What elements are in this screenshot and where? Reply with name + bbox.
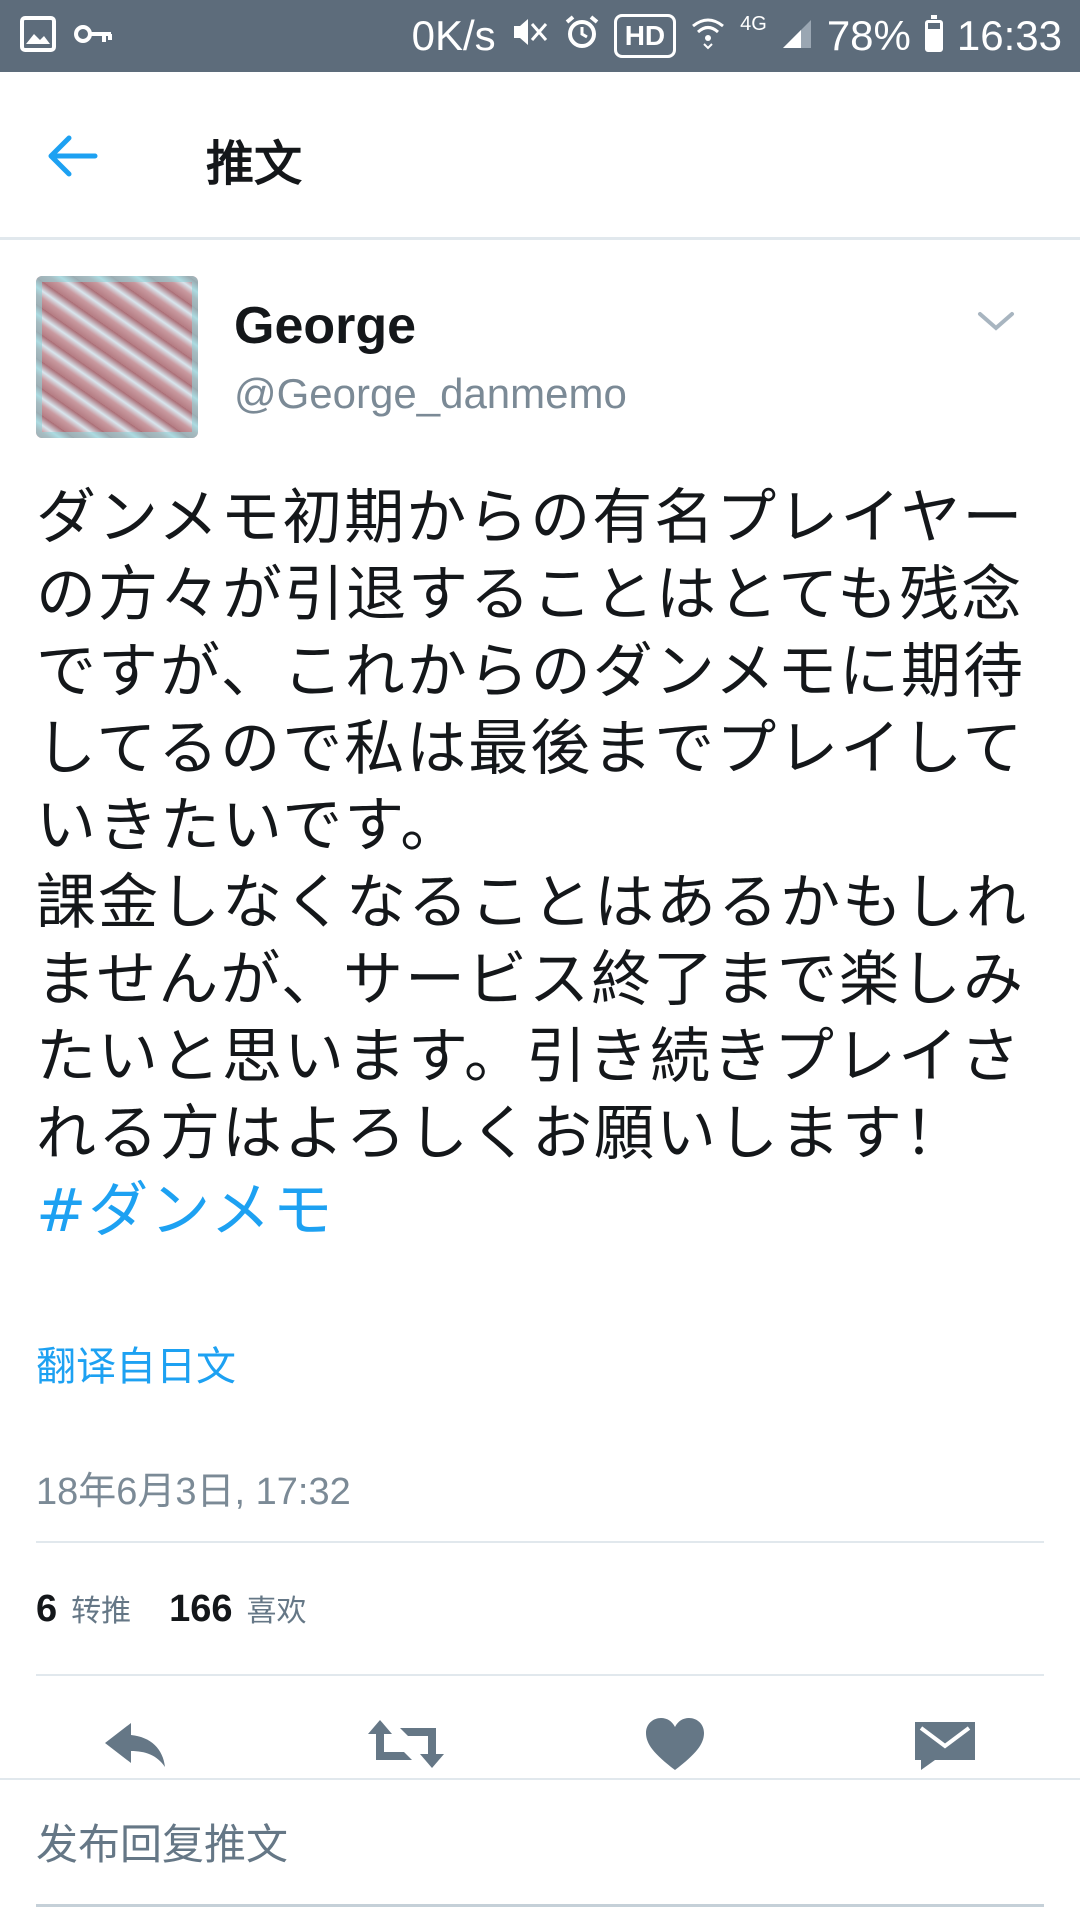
divider — [36, 1674, 1044, 1676]
chevron-down-icon — [978, 312, 1014, 331]
retweet-label[interactable]: 转推 — [71, 1586, 131, 1630]
envelope-icon — [915, 1722, 975, 1770]
retweet-button[interactable] — [366, 1706, 446, 1782]
tweet-line: ダンメモ初期からの有名プレイヤー — [36, 483, 1025, 553]
tweet-actions — [0, 1706, 1080, 1782]
share-dm-button[interactable] — [905, 1706, 985, 1782]
hashtag-link[interactable]: #ダンメモ — [36, 1173, 1046, 1250]
tweet-menu-button[interactable] — [974, 306, 1018, 336]
tweet-line: ませんが、サービス終了まで楽しみ — [36, 945, 1025, 1015]
reply-button[interactable] — [95, 1706, 175, 1782]
tweet-line: たいと思います。引き続きプレイさ — [36, 1022, 1022, 1092]
tweet-line: いきたいです。 — [36, 791, 463, 861]
tweet-line: 課金しなくなることはあるかもしれ — [36, 868, 1028, 938]
reply-underline — [36, 1904, 1044, 1907]
avatar[interactable] — [36, 276, 198, 438]
page-title: 推文 — [206, 136, 303, 192]
app-header: 推文 — [0, 72, 1080, 240]
divider — [36, 1541, 1044, 1543]
reply-input[interactable] — [36, 1806, 1044, 1882]
key-icon — [74, 22, 114, 50]
tweet-line: してるので私は最後までプレイして — [36, 714, 1025, 784]
back-button[interactable] — [36, 120, 108, 192]
reply-icon — [105, 1723, 165, 1767]
heart-icon — [646, 1718, 704, 1770]
like-button[interactable] — [635, 1706, 715, 1782]
battery-icon — [924, 15, 943, 52]
tweet-line: れる方はよろしくお願いします！ — [36, 1099, 966, 1169]
tweet-text: ダンメモ初期からの有名プレイヤー の方々が引退することはとても残念 ですが、これ… — [36, 480, 1046, 1250]
tweet-timestamp: 18年6月3日, 17:32 — [36, 1471, 351, 1513]
retweet-count[interactable]: 6 — [36, 1588, 57, 1631]
mute-icon — [510, 12, 550, 60]
gallery-icon — [20, 16, 56, 56]
tweet-stats: 6 转推 166 喜欢 — [36, 1586, 345, 1636]
reply-bar — [0, 1778, 1080, 1920]
net-speed: 0K/s — [411, 12, 496, 59]
alarm-icon — [564, 12, 600, 60]
status-bar: 0K/s HD 4G 78% 16:33 — [0, 0, 1080, 72]
battery-percent: 78% — [826, 12, 911, 59]
user-handle[interactable]: @George_danmemo — [234, 370, 627, 418]
like-count[interactable]: 166 — [169, 1588, 232, 1631]
battery-level — [927, 28, 940, 49]
display-name[interactable]: George — [234, 296, 416, 356]
back-arrow-icon — [48, 135, 98, 177]
network-type: 4G — [740, 12, 767, 35]
clock: 16:33 — [956, 12, 1062, 59]
signal-icon — [781, 12, 813, 60]
tweet-line: の方々が引退することはとても残念 — [36, 560, 1024, 630]
tweet-line: ですが、これからのダンメモに期待 — [36, 637, 1025, 707]
like-label[interactable]: 喜欢 — [247, 1586, 307, 1630]
hd-badge: HD — [613, 14, 677, 58]
wifi-icon — [690, 12, 726, 60]
retweet-icon — [368, 1720, 444, 1768]
translate-link[interactable]: 翻译自日文 — [36, 1334, 236, 1392]
